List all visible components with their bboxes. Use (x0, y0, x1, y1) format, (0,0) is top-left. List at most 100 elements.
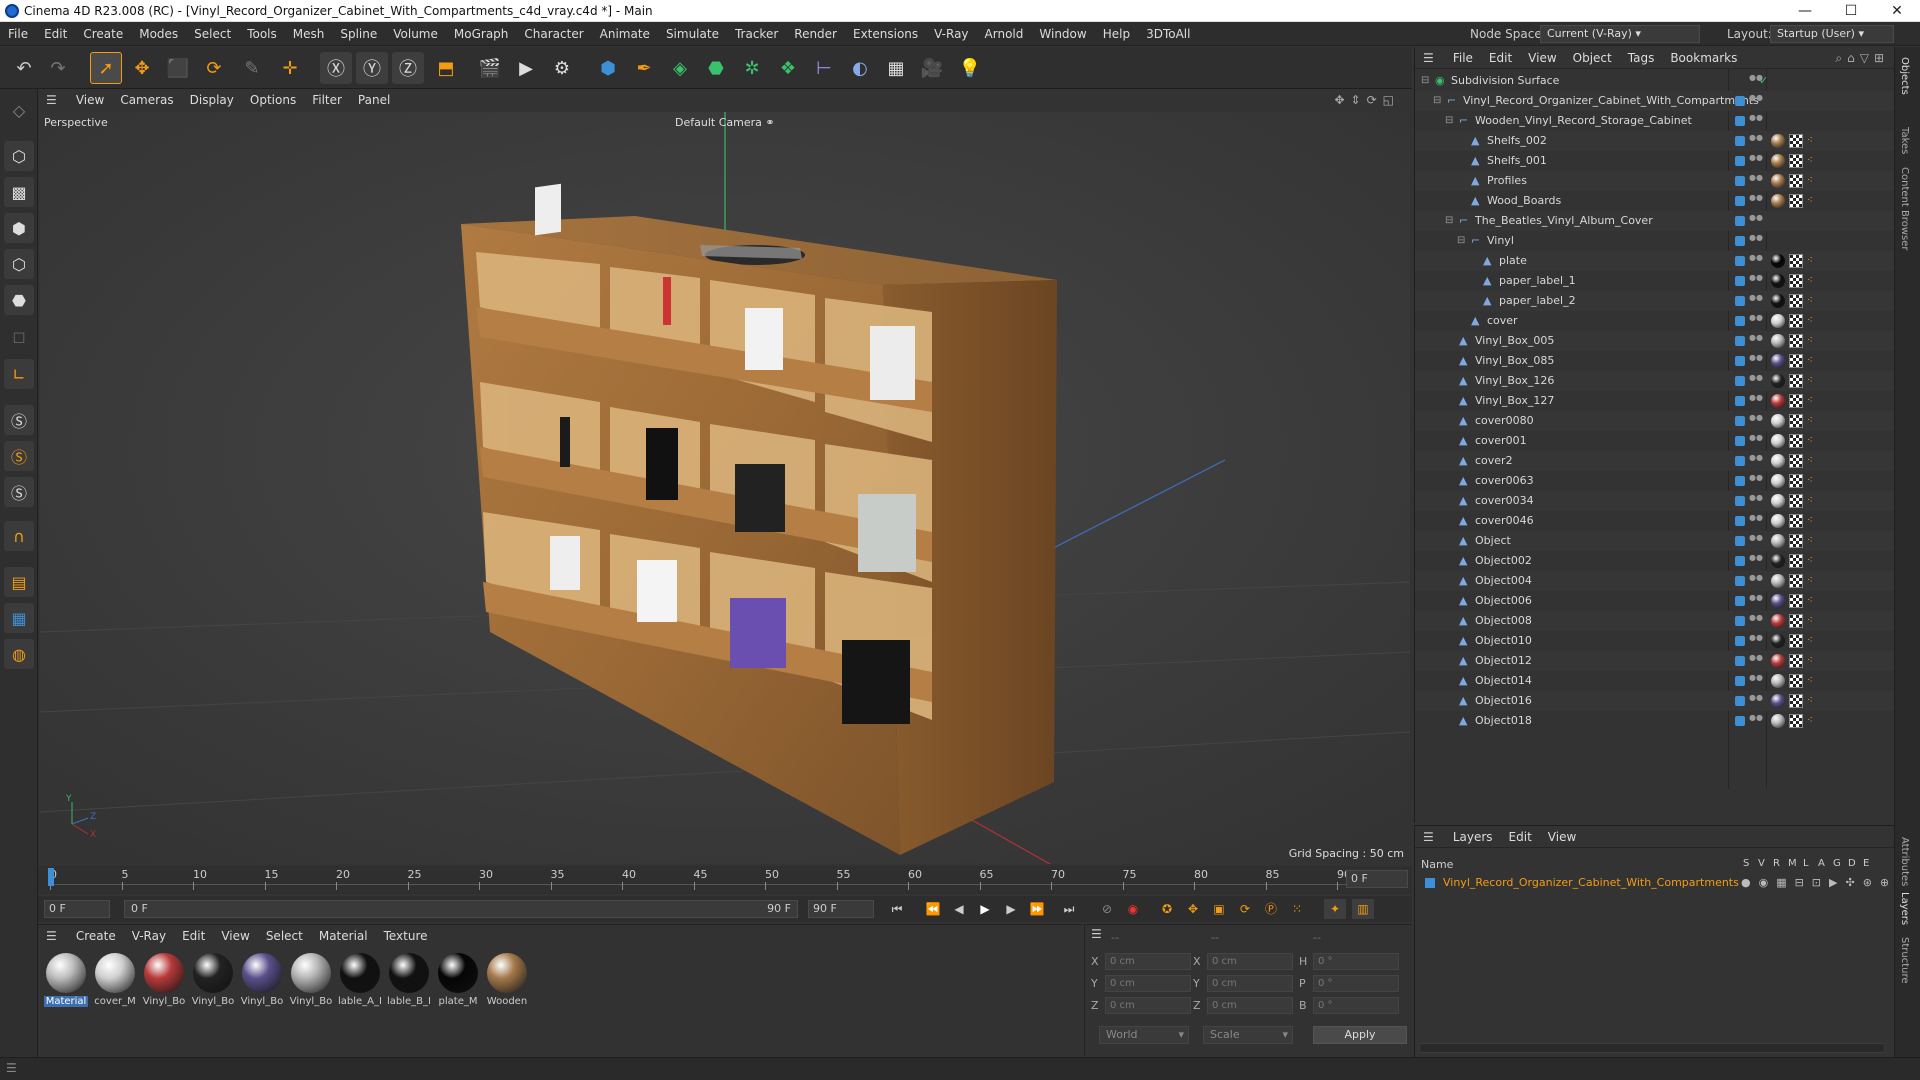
close-button[interactable]: ✕ (1874, 0, 1920, 22)
vray-tag-icon[interactable]: ⁖ (1807, 274, 1819, 288)
menu-modes[interactable]: Modes (131, 22, 186, 46)
material-tag-icon[interactable] (1771, 134, 1785, 148)
viewport-menu-filter[interactable]: Filter (304, 89, 350, 111)
object-row[interactable]: ▲ cover0080 ●● ⁖ (1415, 411, 1895, 431)
visibility-dots-icon[interactable]: ●● (1749, 654, 1763, 667)
material-swatch[interactable]: cover_M (93, 953, 137, 1015)
layer-color-icon[interactable] (1735, 596, 1745, 606)
mograph-cloner-icon[interactable]: ✲ (736, 52, 768, 84)
menu-mograph[interactable]: MoGraph (446, 22, 517, 46)
menu-render[interactable]: Render (786, 22, 845, 46)
menu-tools[interactable]: Tools (239, 22, 285, 46)
material-tag-icon[interactable] (1771, 414, 1785, 428)
material-menu-material[interactable]: Material (311, 925, 376, 947)
uvw-tag-icon[interactable] (1789, 554, 1803, 568)
node-space-dropdown[interactable]: Current (V-Ray) ▾ (1540, 25, 1700, 43)
enabled-check-icon[interactable]: ✓ (1759, 71, 1768, 91)
material-tag-icon[interactable] (1771, 554, 1785, 568)
object-row[interactable]: ▲ Object018 ●● ⁖ (1415, 711, 1895, 731)
object-row[interactable]: ⊟ ⌐ Wooden_Vinyl_Record_Storage_Cabinet ●● (1415, 111, 1895, 131)
object-menu-tags[interactable]: Tags (1620, 47, 1663, 69)
vray-tag-icon[interactable]: ⁖ (1807, 134, 1819, 148)
uv-mode-icon[interactable]: ◻ (4, 321, 34, 351)
viewport-menu-view[interactable]: View (68, 89, 112, 111)
object-row[interactable]: ▲ paper_label_1 ●● ⁖ (1415, 271, 1895, 291)
maximize-button[interactable]: ☐ (1828, 0, 1874, 22)
vray-tag-icon[interactable]: ⁖ (1807, 514, 1819, 528)
undo-icon[interactable]: ↶ (8, 52, 40, 84)
material-tag-icon[interactable] (1771, 154, 1785, 168)
x-axis-icon[interactable]: Ⓧ (320, 52, 352, 84)
expand-toggle-icon[interactable]: ⊟ (1445, 211, 1453, 231)
key-pla-icon[interactable]: ⁙ (1286, 899, 1308, 919)
layer-color-icon[interactable] (1735, 216, 1745, 226)
y-axis-icon[interactable]: Ⓨ (356, 52, 388, 84)
layer-color-icon[interactable] (1735, 716, 1745, 726)
uvw-tag-icon[interactable] (1789, 674, 1803, 688)
polygons-mode-icon[interactable]: ⬣ (4, 285, 34, 315)
visibility-dots-icon[interactable]: ●● (1749, 454, 1763, 467)
layer-color-icon[interactable] (1735, 576, 1745, 586)
vray-tag-icon[interactable]: ⁖ (1807, 314, 1819, 328)
material-tag-icon[interactable] (1771, 394, 1785, 408)
layer-color-icon[interactable] (1735, 696, 1745, 706)
uvw-tag-icon[interactable] (1789, 374, 1803, 388)
visibility-dots-icon[interactable]: ●● (1749, 254, 1763, 267)
visibility-dots-icon[interactable]: ●● (1749, 234, 1763, 247)
material-tag-icon[interactable] (1771, 374, 1785, 388)
key-parameter-icon[interactable]: Ⓟ (1260, 899, 1282, 919)
material-tag-icon[interactable] (1771, 714, 1785, 728)
end-frame-field[interactable]: 90 F (808, 900, 874, 918)
redo-icon[interactable]: ↷ (42, 52, 74, 84)
uvw-tag-icon[interactable] (1789, 494, 1803, 508)
uvw-tag-icon[interactable] (1789, 314, 1803, 328)
uvw-tag-icon[interactable] (1789, 334, 1803, 348)
object-row[interactable]: ▲ Object016 ●● ⁖ (1415, 691, 1895, 711)
vray-tag-icon[interactable]: ⁖ (1807, 494, 1819, 508)
object-row[interactable]: ▲ Object006 ●● ⁖ (1415, 591, 1895, 611)
vray-tag-icon[interactable]: ⁖ (1807, 174, 1819, 188)
coord-size-field[interactable]: 0 cm (1207, 953, 1293, 970)
object-row[interactable]: ▲ Wood_Boards ●● ⁖ (1415, 191, 1895, 211)
vray-tag-icon[interactable]: ⁖ (1807, 154, 1819, 168)
expand-toggle-icon[interactable]: ⊟ (1445, 111, 1453, 131)
menu-3dtoall[interactable]: 3DToAll (1138, 22, 1198, 46)
material-menu-select[interactable]: Select (258, 925, 311, 947)
layer-color-icon[interactable] (1735, 556, 1745, 566)
object-hamburger-icon[interactable]: ☰ (1423, 47, 1441, 69)
cube-icon[interactable]: ⬢ (592, 52, 624, 84)
material-tag-icon[interactable] (1771, 314, 1785, 328)
edges-mode-icon[interactable]: ⬡ (4, 249, 34, 279)
material-swatch[interactable]: lable_A_I (338, 953, 382, 1015)
layers-hamburger-icon[interactable]: ☰ (1423, 826, 1441, 848)
object-menu-edit[interactable]: Edit (1481, 47, 1520, 69)
object-row[interactable]: ▲ Object008 ●● ⁖ (1415, 611, 1895, 631)
material-tag-icon[interactable] (1771, 694, 1785, 708)
object-row[interactable]: ⊟ ◉ Subdivision Surface ●● ✓ (1415, 71, 1895, 91)
material-menu-v-ray[interactable]: V-Ray (124, 925, 174, 947)
object-row[interactable]: ▲ Object012 ●● ⁖ (1415, 651, 1895, 671)
object-row[interactable]: ▲ Object004 ●● ⁖ (1415, 571, 1895, 591)
vray-tag-icon[interactable]: ⁖ (1807, 374, 1819, 388)
vray-tag-icon[interactable]: ⁖ (1807, 534, 1819, 548)
coord-rotation-field[interactable]: 0 ° (1313, 975, 1399, 992)
visibility-dots-icon[interactable]: ●● (1749, 334, 1763, 347)
layer-color-icon[interactable] (1735, 156, 1745, 166)
material-tag-icon[interactable] (1771, 354, 1785, 368)
object-menu-bookmarks[interactable]: Bookmarks (1662, 47, 1745, 69)
material-tag-icon[interactable] (1771, 634, 1785, 648)
uvw-tag-icon[interactable] (1789, 654, 1803, 668)
uvw-tag-icon[interactable] (1789, 274, 1803, 288)
object-menu-object[interactable]: Object (1565, 47, 1620, 69)
material-swatch[interactable]: Vinyl_Bo (191, 953, 235, 1015)
go-to-start-icon[interactable]: ⏮ (886, 899, 908, 919)
layers-menu-layers[interactable]: Layers (1445, 826, 1501, 848)
viewport-menu-cameras[interactable]: Cameras (112, 89, 181, 111)
visibility-dots-icon[interactable]: ●● (1749, 534, 1763, 547)
vray-tag-icon[interactable]: ⁖ (1807, 254, 1819, 268)
uvw-tag-icon[interactable] (1789, 434, 1803, 448)
menu-help[interactable]: Help (1095, 22, 1138, 46)
visibility-dots-icon[interactable]: ●● (1749, 614, 1763, 627)
uvw-tag-icon[interactable] (1789, 394, 1803, 408)
key-scale-icon[interactable]: ▣ (1208, 899, 1230, 919)
